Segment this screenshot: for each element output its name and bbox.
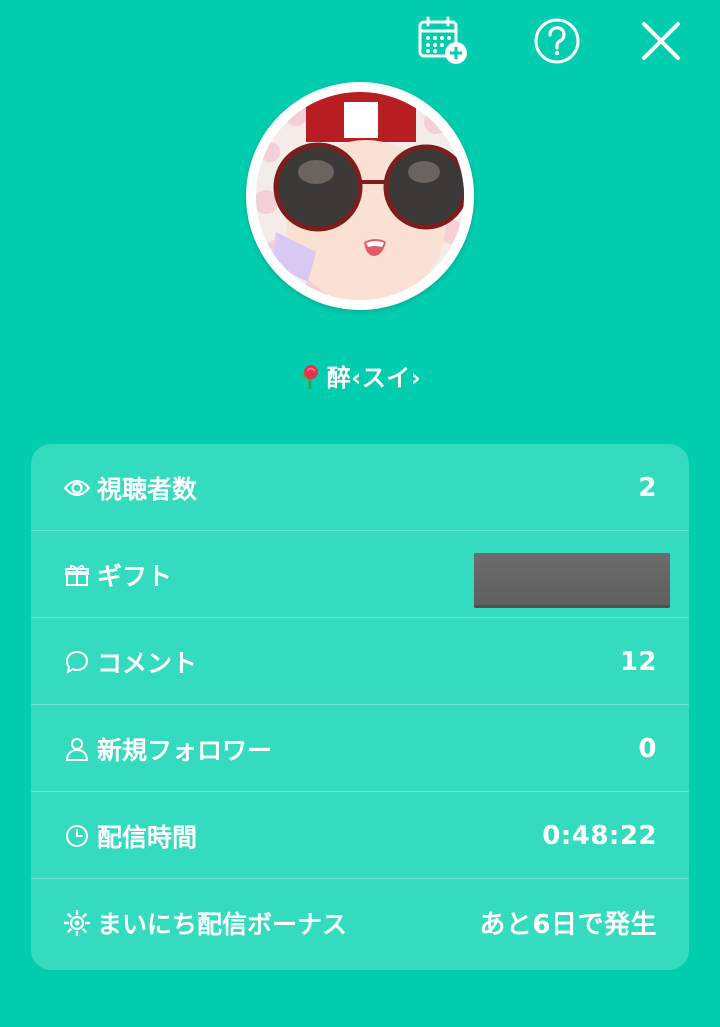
close-button[interactable] — [634, 14, 688, 68]
stat-label: 配信時間 — [97, 822, 198, 852]
redacted-gift-value — [474, 553, 670, 608]
stat-value: 12 — [619, 646, 657, 677]
stat-row-comments: コメント 12 — [31, 618, 689, 705]
stat-label: 新規フォロワー — [97, 735, 273, 765]
stat-row-followers: 新規フォロワー 0 — [31, 705, 689, 792]
bonus-sun-icon — [63, 909, 91, 937]
stat-row-bonus: まいにち配信ボーナス あと6日で発生 — [31, 879, 689, 966]
username-display: 醉‹スイ› — [0, 358, 720, 393]
stat-label: 視聴者数 — [97, 474, 198, 504]
username: 醉‹スイ› — [326, 364, 422, 392]
stat-value: あと6日で発生 — [479, 910, 657, 940]
avatar-frame — [246, 82, 474, 310]
close-icon — [642, 22, 680, 60]
stats-card: 視聴者数 2 ギフト コメント 12 新規フォロワー 0 配信時間 0:48:2… — [31, 444, 689, 970]
gift-icon — [63, 561, 91, 589]
calendar-add-icon — [418, 16, 467, 64]
rose-icon — [300, 364, 318, 389]
eye-icon — [63, 474, 91, 502]
help-icon — [534, 18, 580, 64]
stat-row-viewers: 視聴者数 2 — [31, 444, 689, 531]
person-icon — [63, 735, 91, 763]
speech-bubble-icon — [63, 648, 91, 676]
calendar-add-button[interactable] — [416, 14, 470, 68]
header-actions — [402, 14, 702, 68]
avatar-image — [256, 92, 464, 300]
help-button[interactable] — [530, 14, 584, 68]
stat-value: 0:48:22 — [542, 820, 657, 851]
stat-label: コメント — [97, 648, 198, 678]
stat-label: ギフト — [97, 561, 173, 591]
clock-icon — [63, 822, 91, 850]
stat-label: まいにち配信ボーナス — [97, 909, 348, 939]
stat-value: 2 — [638, 472, 657, 503]
stat-row-duration: 配信時間 0:48:22 — [31, 792, 689, 879]
stat-value: 0 — [638, 733, 657, 764]
avatar[interactable] — [256, 92, 464, 300]
